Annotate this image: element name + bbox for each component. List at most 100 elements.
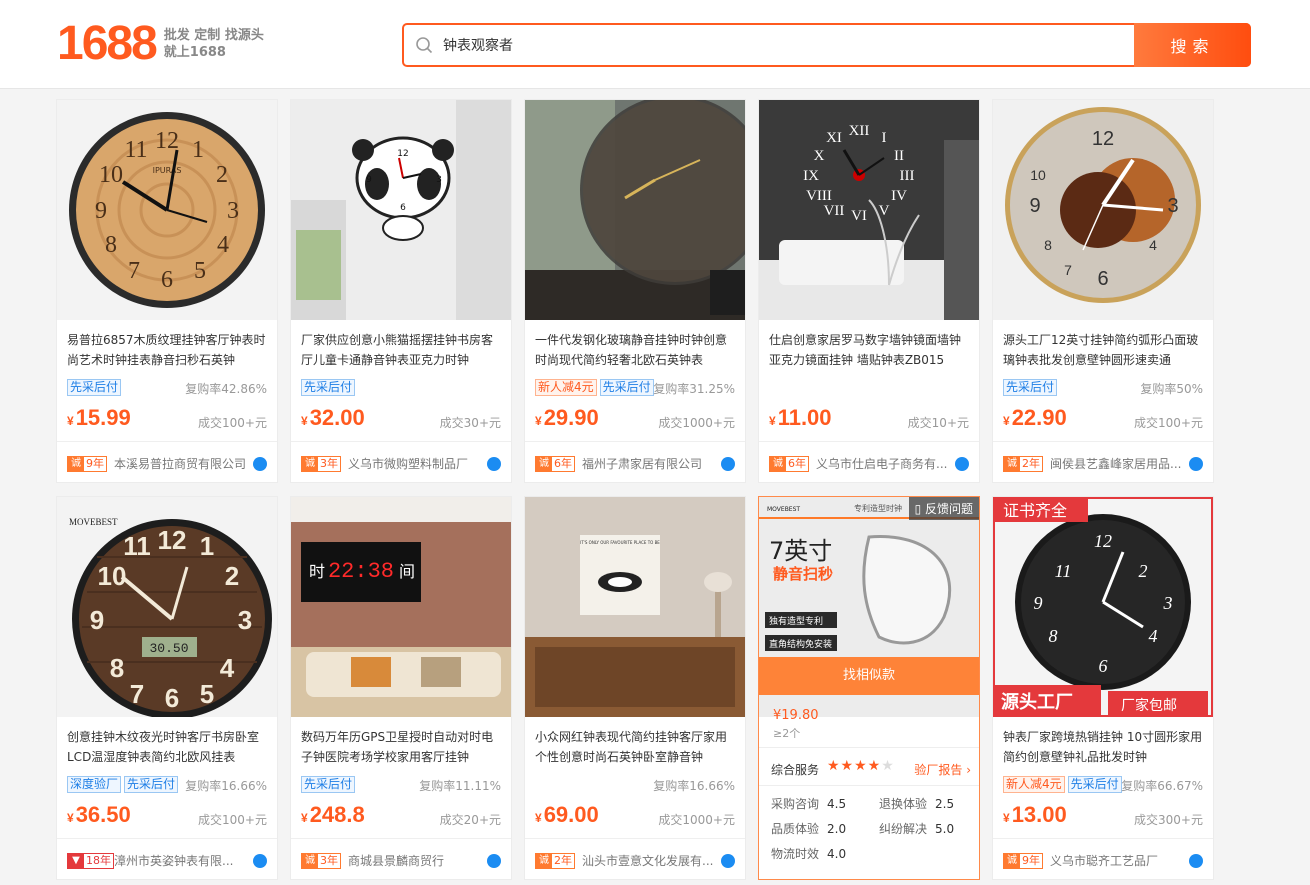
product-title[interactable]: 源头工厂12英寸挂钟简约弧形凸面玻璃钟表批发创意壁钟圆形速卖通: [1003, 330, 1205, 370]
badge-years: 6年: [788, 457, 806, 470]
card-footer: 诚 2年 闽侯县艺鑫峰家居用品...: [993, 441, 1213, 483]
search-input[interactable]: [443, 32, 1123, 58]
product-title[interactable]: 数码万年历GPS卫星授时自动对时电子钟医院考场学校家用客厅挂钟: [301, 727, 503, 767]
product-title[interactable]: 仕启创意家居罗马数字墙钟镜面墙钟亚克力镜面挂钟 墙贴钟表ZB015: [769, 330, 971, 370]
product-card[interactable]: 12 1 2 345 678 9 10 11 IPURAS 易普拉6857木质纹理挂钟客…: [56, 99, 278, 483]
product-title[interactable]: 厂家供应创意小熊猫摇摆挂钟书房客厅儿童卡通静音钟表亚克力时钟: [301, 330, 503, 370]
product-title[interactable]: 易普拉6857木质纹理挂钟客厅钟表时尚艺术时钟挂表静音扫秒石英钟: [67, 330, 269, 370]
product-image[interactable]: 12 3 6 9 10 8 7 4: [993, 100, 1213, 320]
integrity-icon: 诚: [1004, 854, 1020, 868]
feedback-label: 反馈问题: [924, 502, 973, 516]
product-card[interactable]: 12 3 6 9 10 8 7 4 源头工厂12英寸挂钟简约弧形凸面玻璃钟表批发创意壁钟圆…: [992, 99, 1214, 483]
price-value: 36.50: [75, 802, 131, 827]
svg-text:6: 6: [161, 267, 173, 293]
product-title[interactable]: 钟表厂家跨境热销挂钟 10寸圆形家用简约创意壁钟礼品批发时钟: [1003, 727, 1205, 767]
chat-icon[interactable]: [721, 457, 735, 471]
logo[interactable]: 1688 批发 定制 找源头 就上1688: [57, 20, 264, 68]
product-title[interactable]: 小众网红钟表现代简约挂钟客厅家用个性创意时尚石英钟卧室静音钟: [535, 727, 737, 767]
price-value: 32.00: [309, 405, 365, 430]
slogan-line-1: 批发 定制 找源头: [163, 28, 264, 43]
company-name[interactable]: 汕头市壹意文化发展有...: [582, 852, 714, 869]
svg-text:VI: VI: [851, 208, 867, 224]
product-title[interactable]: 一件代发钢化玻璃静音挂钟时钟创意时尚现代简约轻奢北欧石英钟表: [535, 330, 737, 370]
badge-years: 18年: [86, 854, 111, 867]
company-name[interactable]: 义乌市微购塑料制品厂: [348, 455, 480, 472]
svg-text:6: 6: [400, 203, 406, 213]
product-image[interactable]: MOVEBEST 专利造型时钟 7英寸 静音扫秒 独有造型专利 直角结构免安装 …: [759, 497, 979, 717]
brand-movebest: MOVEBEST: [69, 517, 118, 527]
card-footer: 诚 3年 商城县景麟商贸行: [291, 838, 511, 880]
chat-icon[interactable]: [487, 854, 501, 868]
product-image[interactable]: IT'S ONLY OUR FAVOURITE PLACE TO BE: [525, 497, 745, 717]
svg-text:7: 7: [130, 679, 144, 709]
divider: [759, 785, 979, 786]
search-icon: [416, 37, 433, 54]
feedback-button[interactable]: ▯ 反馈问题: [908, 497, 979, 520]
company-name[interactable]: 义乌市聪齐工艺品厂: [1050, 852, 1182, 869]
chat-icon[interactable]: [721, 854, 735, 868]
chat-icon[interactable]: [253, 854, 267, 868]
svg-text:V: V: [879, 203, 890, 219]
product-card[interactable]: IT'S ONLY OUR FAVOURITE PLACE TO BE 小众网红…: [524, 496, 746, 880]
svg-text:2: 2: [216, 162, 228, 188]
chat-icon[interactable]: [1189, 854, 1203, 868]
price: ¥29.90: [535, 405, 599, 430]
svg-text:3: 3: [227, 198, 239, 224]
svg-text:7: 7: [1064, 262, 1072, 278]
company-name[interactable]: 闽侯县艺鑫峰家居用品...: [1050, 455, 1182, 472]
metric: 采购咨询 4.5: [771, 795, 846, 812]
factory-report-link[interactable]: 验厂报告 ›: [914, 761, 971, 778]
chat-icon[interactable]: [253, 457, 267, 471]
product-card-hovered[interactable]: MOVEBEST 专利造型时钟 7英寸 静音扫秒 独有造型专利 直角结构免安装 …: [758, 496, 980, 880]
product-card[interactable]: 12 3 6 9 11 2 8 4 证书齐全 源头工厂 厂家包邮 钟表厂家跨境热销挂钟 10…: [992, 496, 1214, 880]
card-footer: 诚 9年 义乌市聪齐工艺品厂: [993, 838, 1213, 880]
chat-icon[interactable]: [955, 457, 969, 471]
svg-text:11: 11: [123, 531, 151, 561]
svg-text:7: 7: [128, 258, 140, 284]
deal-volume: 成交100+元: [1134, 416, 1203, 430]
company-name[interactable]: 福州子肃家居有限公司: [582, 455, 714, 472]
product-card[interactable]: XII I II III IV V VI VII VIII IX X XI 仕启创意家居罗马数字…: [758, 99, 980, 483]
svg-text:12: 12: [397, 149, 408, 159]
hover-headline-1: 7英寸: [769, 537, 832, 565]
tag-pay-later: 先采后付: [599, 379, 654, 396]
svg-text:12: 12: [155, 128, 179, 154]
hover-feature-2: 直角结构免安装: [769, 638, 832, 650]
product-image[interactable]: 12 3 6 9 11 2 8 4 证书齐全 源头工厂 厂家包邮: [993, 497, 1213, 717]
gold-supplier-badge: ▼ 18年: [67, 853, 114, 869]
product-title[interactable]: 创意挂钟木纹夜光时钟客厅书房卧室LCD温湿度钟表简约北欧风挂表: [67, 727, 269, 767]
product-card[interactable]: 22:38 时 间 数码万年历GPS卫星授时自动对时电子钟医院考场学校家用客厅挂…: [290, 496, 512, 880]
company-name[interactable]: 义乌市仕启电子商务有...: [816, 455, 948, 472]
product-image[interactable]: 12 1 2 345 678 9 10 11 IPURAS: [57, 100, 277, 320]
search-bar: 搜索: [402, 23, 1251, 67]
card-footer: 诚 6年 福州子肃家居有限公司: [525, 441, 745, 483]
product-image[interactable]: MOVEBEST 12 3 6 9 10 2 8 4 1 11 5 7 30.50: [57, 497, 277, 717]
product-card[interactable]: 12 3 6 9 厂家供应创意小熊猫摇摆挂钟书房客厅儿童卡通静音钟表亚克力时钟 先采后…: [290, 99, 512, 483]
price-value: 69.00: [543, 802, 599, 827]
company-name[interactable]: 本溪易普拉商贸有限公司: [114, 455, 246, 472]
service-label: 综合服务: [771, 763, 820, 777]
find-similar-button[interactable]: 找相似款: [759, 657, 979, 695]
price: ¥13.00: [1003, 802, 1067, 827]
product-image[interactable]: [525, 100, 745, 320]
company-name[interactable]: 漳州市英姿钟表有限...: [114, 852, 246, 869]
company-name[interactable]: 商城县景麟商贸行: [348, 852, 480, 869]
product-image[interactable]: XII I II III IV V VI VII VIII IX X XI: [759, 100, 979, 320]
chat-icon[interactable]: [487, 457, 501, 471]
star-empty-icon: ★: [881, 758, 895, 774]
star-icon: ★★★★: [827, 758, 882, 774]
metric-label: 纠纷解决: [879, 822, 928, 836]
metric-label: 退换体验: [879, 797, 928, 811]
feedback-icon: ▯: [914, 502, 925, 516]
product-image[interactable]: 22:38 时 间: [291, 497, 511, 717]
product-card[interactable]: 一件代发钢化玻璃静音挂钟时钟创意时尚现代简约轻奢北欧石英钟表 新人减4元 先采后…: [524, 99, 746, 483]
chat-icon[interactable]: [1189, 457, 1203, 471]
product-card[interactable]: MOVEBEST 12 3 6 9 10 2 8 4 1 11 5 7 30.50 创意挂钟木纹夜…: [56, 496, 278, 880]
integrity-badge: 诚 3年: [301, 456, 341, 472]
product-image[interactable]: 12 3 6 9: [291, 100, 511, 320]
integrity-badge: 诚 2年: [535, 853, 575, 869]
search-button[interactable]: 搜索: [1134, 23, 1251, 67]
repurchase-rate: 复购率31.25%: [653, 382, 735, 396]
badge-years: 2年: [554, 854, 572, 867]
logo-number: 1688: [57, 17, 158, 70]
